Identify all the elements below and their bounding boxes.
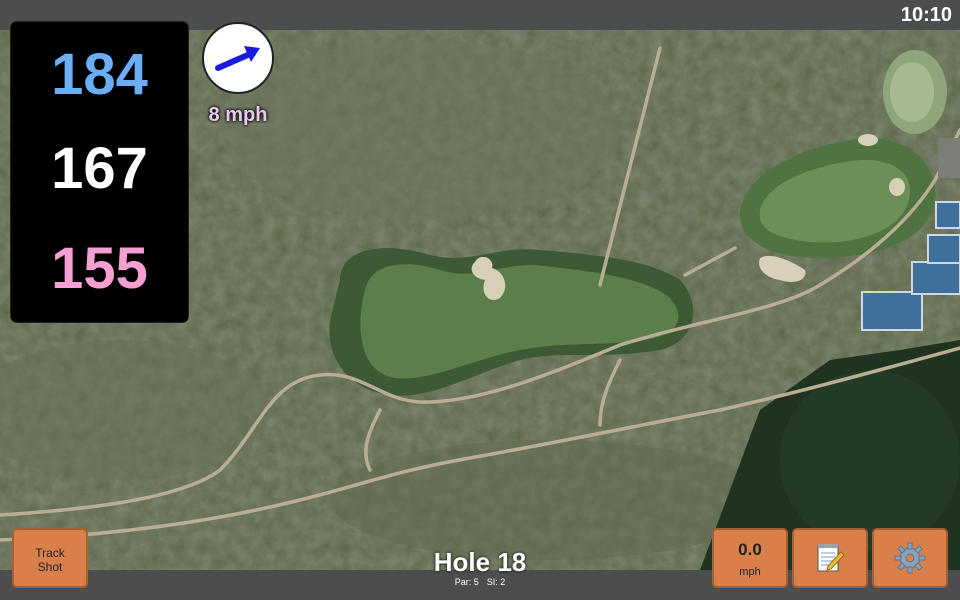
wind-readout-unit: mph: [739, 566, 761, 578]
wind-readout-value: 0.0: [738, 540, 762, 559]
settings-button[interactable]: [872, 528, 948, 588]
track-shot-label-line1: Track: [35, 546, 65, 560]
clock: 10:10: [900, 4, 952, 26]
wind-speed: 8 mph: [208, 104, 268, 126]
middle-distance: 167: [51, 136, 148, 201]
notepad-pencil-icon: [817, 544, 845, 572]
back-distance: 184: [51, 42, 148, 107]
track-shot-button[interactable]: Track Shot: [12, 528, 88, 588]
hole-title: Hole 18: [433, 547, 527, 577]
wind-indicator: [202, 22, 274, 94]
track-shot-label: Track Shot: [14, 546, 86, 574]
wind-arrow-icon: [215, 46, 260, 71]
notes-button[interactable]: [792, 528, 868, 588]
hole-par: Par: 5: [454, 577, 479, 587]
wind-readout-button[interactable]: 0.0 mph: [712, 528, 788, 588]
track-shot-label-line2: Shot: [37, 560, 63, 574]
hole-stroke-index: SI: 2: [486, 577, 506, 587]
hole-info: Par: 5 SI: 2: [380, 577, 580, 587]
distance-panel: 184 167 155: [11, 22, 188, 322]
front-distance: 155: [51, 236, 148, 301]
gear-icon: [894, 542, 926, 574]
